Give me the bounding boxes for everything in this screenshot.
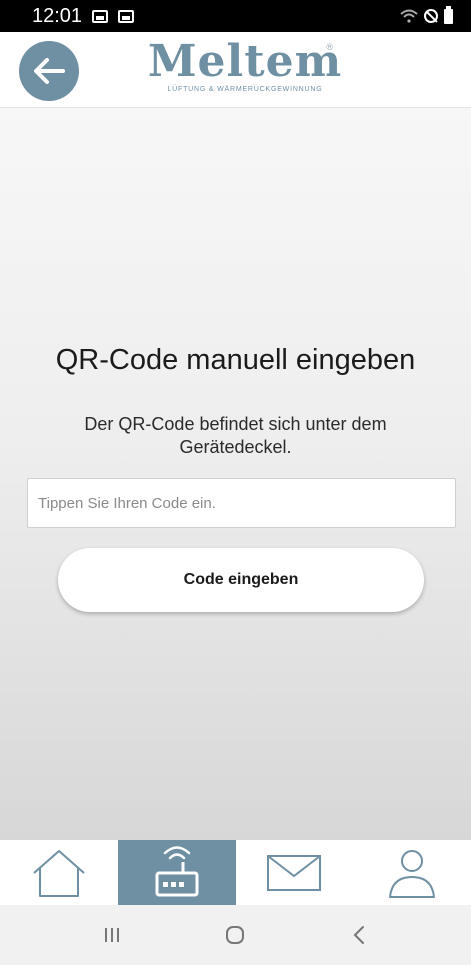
user-icon bbox=[389, 849, 436, 898]
status-bar: 12:01 bbox=[0, 0, 471, 32]
logo-tagline: LÜFTUNG & WÄRMERÜCKGEWINNUNG bbox=[167, 86, 323, 93]
qr-code-input[interactable] bbox=[27, 478, 456, 528]
back-chevron-icon bbox=[353, 926, 365, 944]
recent-apps-icon bbox=[104, 928, 119, 942]
system-nav-bar bbox=[0, 905, 471, 965]
tab-messages[interactable] bbox=[236, 840, 354, 905]
battery-icon bbox=[444, 5, 453, 24]
tab-profile[interactable] bbox=[353, 840, 471, 905]
home-circle-icon bbox=[226, 926, 245, 944]
system-back-button[interactable] bbox=[329, 915, 389, 955]
app-header: Meltem ® LÜFTUNG & WÄRMERÜCKGEWINNUNG bbox=[0, 32, 471, 108]
mail-icon bbox=[267, 854, 322, 891]
image-notification-icon bbox=[118, 9, 135, 23]
tab-device[interactable] bbox=[117, 840, 236, 905]
arrow-left-icon bbox=[34, 58, 65, 84]
gallery-notification-icon bbox=[92, 9, 109, 23]
logo-wordmark: Meltem bbox=[147, 36, 343, 87]
do-not-disturb-icon bbox=[424, 9, 438, 23]
system-home-button[interactable] bbox=[205, 915, 265, 955]
status-left: 12:01 bbox=[32, 4, 135, 28]
back-button[interactable] bbox=[19, 41, 79, 101]
submit-code-button[interactable]: Code eingeben bbox=[58, 548, 424, 612]
meltem-logo: Meltem ® LÜFTUNG & WÄRMERÜCKGEWINNUNG bbox=[145, 40, 345, 102]
page-subtitle: Der QR-Code befindet sich unter dem Gerä… bbox=[84, 414, 387, 457]
wifi-icon bbox=[400, 9, 418, 23]
device-icon bbox=[155, 845, 199, 896]
page-title: QR-Code manuell eingeben bbox=[55, 344, 416, 376]
status-right bbox=[400, 5, 453, 24]
status-time: 12:01 bbox=[32, 4, 83, 27]
logo-registered-mark: ® bbox=[326, 42, 333, 52]
bottom-tab-bar bbox=[0, 840, 471, 905]
home-icon bbox=[33, 849, 85, 897]
main-content: QR-Code manuell eingeben Der QR-Code bef… bbox=[0, 108, 471, 840]
recent-apps-button[interactable] bbox=[82, 915, 142, 955]
tab-home[interactable] bbox=[0, 840, 118, 905]
